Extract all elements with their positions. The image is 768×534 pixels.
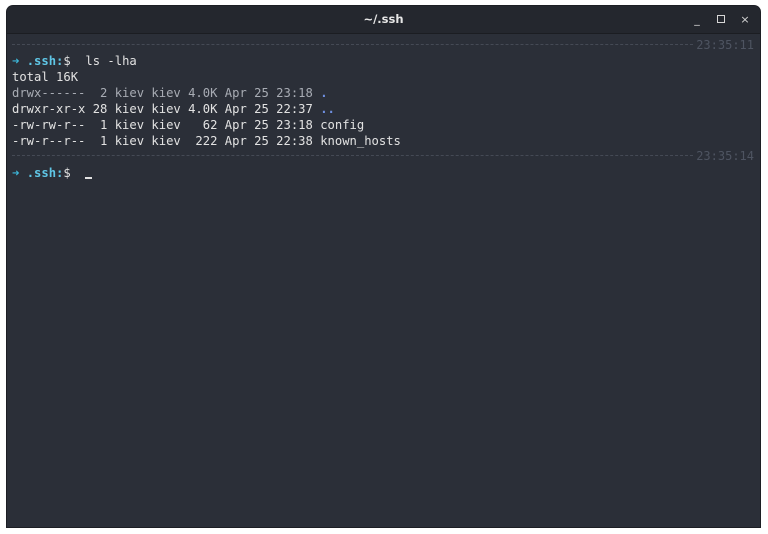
listing-name: known_hosts — [320, 134, 401, 148]
command-line: ➜ .ssh:$ ls -lha — [12, 53, 137, 69]
listing-row: drwxr-xr-x 28 kiev kiev 4.0K Apr 25 22:3… — [12, 101, 335, 117]
listing-row: -rw-r--r-- 1 kiev kiev 222 Apr 25 22:38 … — [12, 133, 401, 149]
maximize-button[interactable] — [710, 6, 732, 33]
text-cursor — [85, 177, 93, 179]
command-text: ls -lha — [85, 54, 137, 68]
listing-meta: -rw-rw-r-- 1 kiev kiev 62 Apr 25 23:18 — [12, 118, 321, 132]
separator-line — [12, 44, 693, 45]
listing-meta: drwx------ 2 kiev kiev 4.0K Apr 25 23:18 — [12, 86, 321, 100]
listing-name: . — [320, 86, 328, 100]
output-total: total 16K — [12, 70, 79, 84]
terminal-window: ~/.ssh _ × 23:35:11 ➜ .ssh:$ ls -lha tot… — [7, 6, 760, 527]
listing-meta: drwxr-xr-x 28 kiev kiev 4.0K Apr 25 22:3… — [12, 102, 321, 116]
listing-name: .. — [320, 102, 335, 116]
prompt-timestamp: 23:35:14 — [696, 149, 754, 163]
prompt-separator: 23:35:14 — [12, 149, 755, 163]
listing-row: -rw-rw-r-- 1 kiev kiev 62 Apr 25 23:18 c… — [12, 117, 364, 133]
minimize-button[interactable]: _ — [686, 6, 708, 33]
prompt-arrow-icon: ➜ — [12, 166, 20, 180]
prompt-directory: .ssh: — [26, 166, 64, 180]
prompt-separator: 23:35:11 — [12, 38, 755, 52]
separator-line — [12, 155, 693, 156]
minimize-icon: _ — [694, 13, 700, 26]
listing-row: drwx------ 2 kiev kiev 4.0K Apr 25 23:18… — [12, 85, 328, 101]
prompt-symbol: $ — [63, 54, 71, 68]
terminal-area[interactable]: 23:35:11 ➜ .ssh:$ ls -lha total 16K drwx… — [7, 34, 760, 527]
listing-meta: -rw-r--r-- 1 kiev kiev 222 Apr 25 22:38 — [12, 134, 321, 148]
listing-name: config — [320, 118, 365, 132]
maximize-icon — [717, 14, 725, 23]
prompt-arrow-icon: ➜ — [12, 54, 20, 68]
window-title: ~/.ssh — [363, 12, 404, 26]
prompt-directory: .ssh: — [26, 54, 64, 68]
close-icon: × — [740, 13, 750, 26]
title-bar[interactable]: ~/.ssh _ × — [7, 6, 760, 34]
prompt-timestamp: 23:35:11 — [696, 38, 754, 52]
prompt-symbol: $ — [63, 166, 71, 180]
input-line[interactable]: ➜ .ssh:$ — [12, 165, 93, 181]
close-button[interactable]: × — [734, 6, 756, 33]
